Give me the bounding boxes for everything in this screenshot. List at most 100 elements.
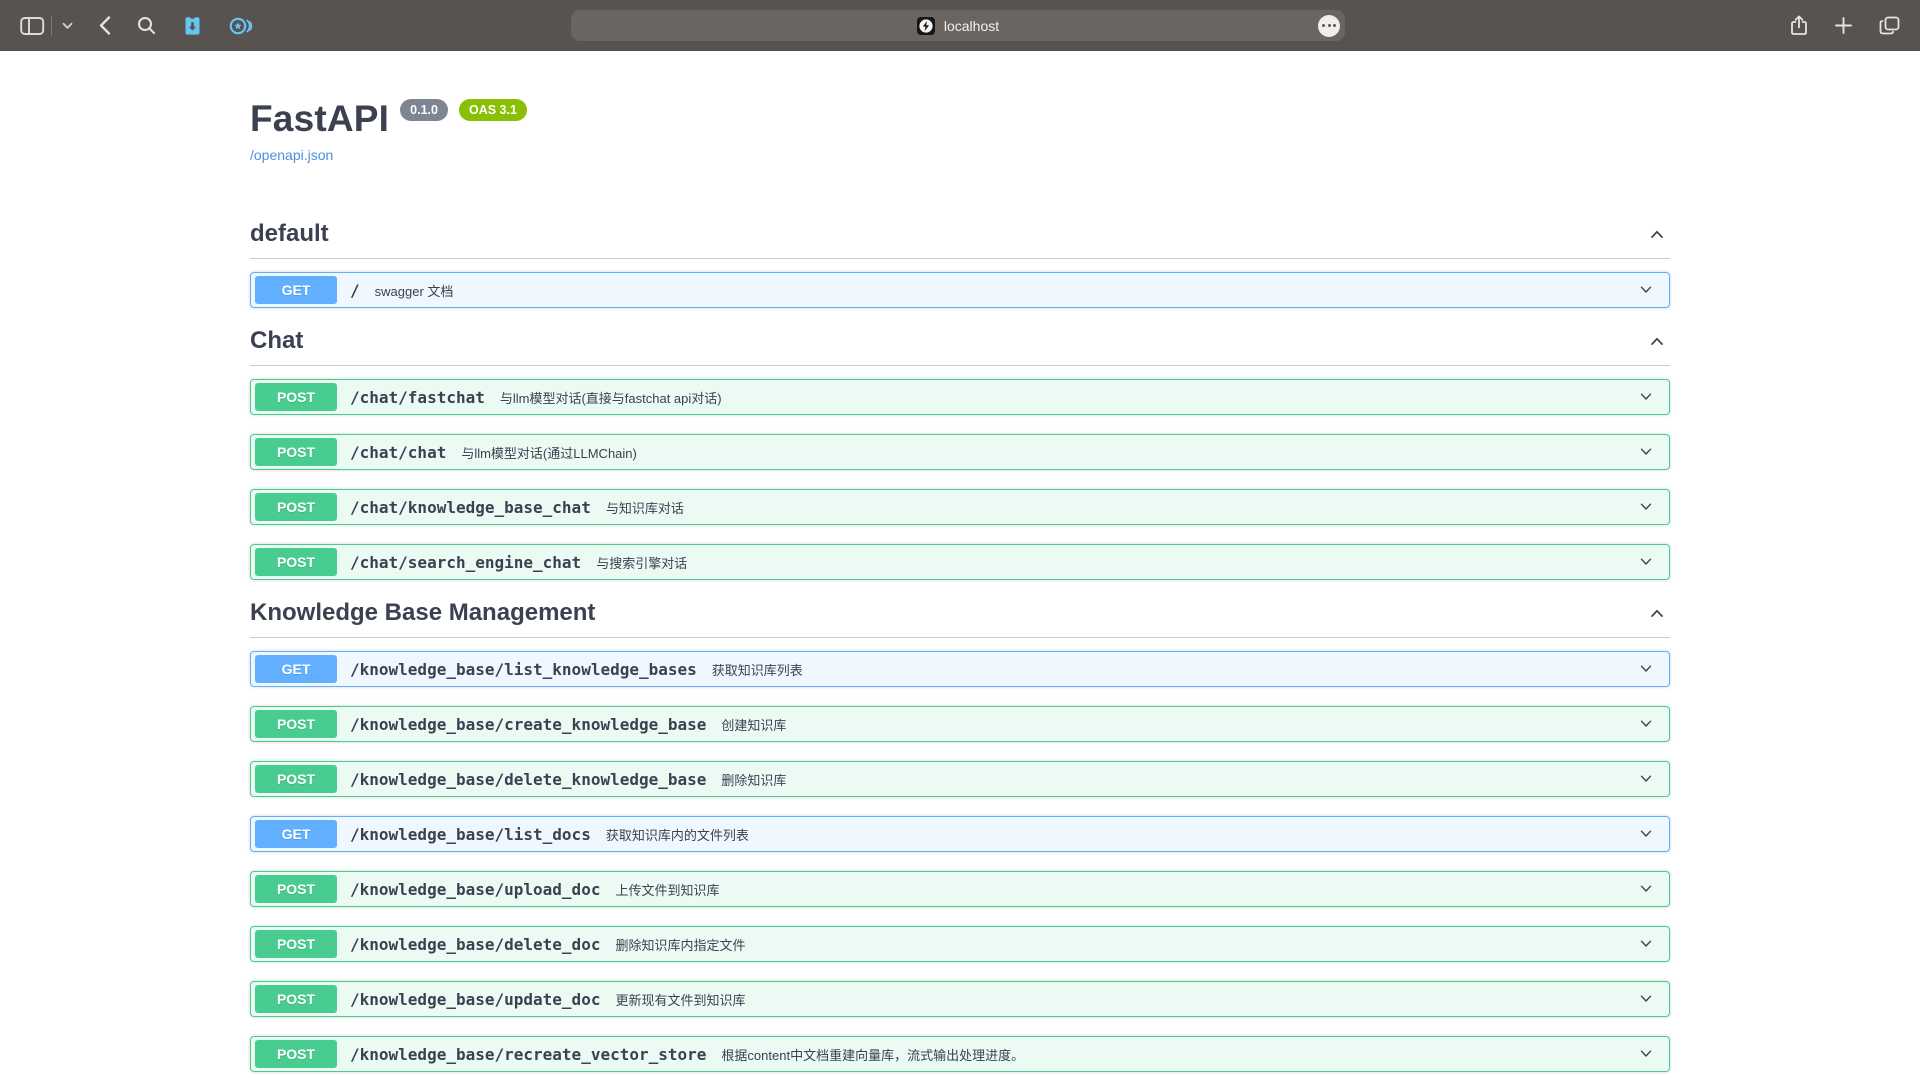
endpoint-path: /knowledge_base/list_knowledge_bases — [350, 660, 697, 679]
endpoint-path: /knowledge_base/create_knowledge_base — [350, 715, 706, 734]
sidebar-chevron-down-icon[interactable] — [62, 22, 73, 30]
endpoint-path: /chat/knowledge_base_chat — [350, 498, 591, 517]
method-badge: GET — [255, 655, 337, 683]
toolbar-divider — [51, 16, 52, 36]
expand-endpoint-chevron-icon[interactable] — [1636, 989, 1656, 1009]
endpoint-path: /knowledge_base/delete_knowledge_base — [350, 770, 706, 789]
expand-endpoint-chevron-icon[interactable] — [1636, 659, 1656, 679]
endpoint-list: POST/chat/fastchat 与llm模型对话(直接与fastchat a… — [250, 366, 1670, 580]
endpoint-row[interactable]: POST/knowledge_base/delete_doc 删除知识库内指定文件 — [250, 926, 1670, 962]
version-badge: 0.1.0 — [400, 99, 448, 121]
endpoint-row[interactable]: GET / swagger 文档 — [250, 272, 1670, 308]
page-content: FastAPI 0.1.0 OAS 3.1 /openapi.json defa… — [0, 51, 1920, 1080]
endpoint-summary: swagger 文档 — [375, 281, 454, 300]
api-tag-section: default GET / swagger 文档 — [250, 220, 1670, 308]
section-header[interactable]: default — [250, 220, 1670, 259]
collapse-section-chevron-icon[interactable] — [1644, 602, 1670, 624]
endpoint-row[interactable]: POST/chat/chat 与llm模型对话(通过LLMChain) — [250, 434, 1670, 470]
endpoint-summary: 创建知识库 — [721, 715, 786, 734]
method-badge: POST — [255, 493, 337, 521]
expand-endpoint-chevron-icon[interactable] — [1636, 497, 1656, 517]
api-sections: default GET / swagger 文档 Chat POST/chat/fastc… — [250, 220, 1670, 1072]
endpoint-path: /chat/search_engine_chat — [350, 553, 581, 572]
expand-endpoint-chevron-icon[interactable] — [1636, 387, 1656, 407]
page-options-ellipsis-icon[interactable] — [1318, 15, 1340, 37]
section-header[interactable]: Chat — [250, 327, 1670, 366]
endpoint-row[interactable]: GET/knowledge_base/list_knowledge_bases获… — [250, 651, 1670, 687]
toolbar-left-group — [20, 0, 253, 51]
browser-toolbar: localhost — [0, 0, 1920, 51]
endpoint-path: /knowledge_base/delete_doc — [350, 935, 600, 954]
method-badge: POST — [255, 548, 337, 576]
expand-endpoint-chevron-icon[interactable] — [1636, 280, 1656, 300]
oas-badge: OAS 3.1 — [459, 99, 527, 121]
method-badge: POST — [255, 383, 337, 411]
share-icon[interactable] — [1790, 15, 1808, 36]
url-text: localhost — [944, 18, 999, 34]
endpoint-path: /knowledge_base/upload_doc — [350, 880, 600, 899]
expand-endpoint-chevron-icon[interactable] — [1636, 442, 1656, 462]
collapse-section-chevron-icon[interactable] — [1644, 330, 1670, 352]
endpoint-row[interactable]: POST/chat/fastchat 与llm模型对话(直接与fastchat a… — [250, 379, 1670, 415]
section-header[interactable]: Knowledge Base Management — [250, 599, 1670, 638]
endpoint-row[interactable]: POST/knowledge_base/create_knowledge_bas… — [250, 706, 1670, 742]
endpoint-summary: 删除知识库内指定文件 — [615, 935, 745, 954]
expand-endpoint-chevron-icon[interactable] — [1636, 714, 1656, 734]
endpoint-path: /knowledge_base/list_docs — [350, 825, 591, 844]
collapse-section-chevron-icon[interactable] — [1644, 223, 1670, 245]
fastapi-favicon — [917, 17, 935, 35]
method-badge: POST — [255, 1040, 337, 1068]
endpoint-row[interactable]: POST/knowledge_base/update_doc更新现有文件到知识库 — [250, 981, 1670, 1017]
endpoint-row[interactable]: GET/knowledge_base/list_docs 获取知识库内的文件列表 — [250, 816, 1670, 852]
bookmark-extension-icon[interactable] — [182, 16, 203, 36]
endpoint-summary: 更新现有文件到知识库 — [615, 990, 745, 1009]
endpoint-summary: 上传文件到知识库 — [615, 880, 719, 899]
method-badge: POST — [255, 875, 337, 903]
sidebar-toggle-icon[interactable] — [20, 16, 45, 36]
expand-endpoint-chevron-icon[interactable] — [1636, 769, 1656, 789]
expand-endpoint-chevron-icon[interactable] — [1636, 1044, 1656, 1064]
endpoint-list: GET / swagger 文档 — [250, 259, 1670, 308]
method-badge: POST — [255, 930, 337, 958]
method-badge: GET — [255, 820, 337, 848]
section-title: default — [250, 220, 329, 248]
endpoint-path: /knowledge_base/recreate_vector_store — [350, 1045, 706, 1064]
method-badge: POST — [255, 710, 337, 738]
endpoint-row[interactable]: POST/knowledge_base/upload_doc 上传文件到知识库 — [250, 871, 1670, 907]
endpoint-row[interactable]: POST/knowledge_base/recreate_vector_stor… — [250, 1036, 1670, 1072]
endpoint-summary: 与llm模型对话(直接与fastchat api对话) — [500, 388, 722, 407]
endpoint-summary: 与搜索引擎对话 — [596, 553, 687, 572]
expand-endpoint-chevron-icon[interactable] — [1636, 879, 1656, 899]
method-badge: POST — [255, 985, 337, 1013]
address-bar-content: localhost — [917, 17, 999, 35]
expand-endpoint-chevron-icon[interactable] — [1636, 934, 1656, 954]
search-icon[interactable] — [137, 16, 156, 35]
section-title: Knowledge Base Management — [250, 599, 595, 627]
endpoint-row[interactable]: POST/chat/knowledge_base_chat 与知识库对话 — [250, 489, 1670, 525]
endpoint-summary: 与llm模型对话(通过LLMChain) — [461, 443, 637, 462]
tab-overview-icon[interactable] — [1879, 16, 1900, 35]
endpoint-summary: 删除知识库 — [721, 770, 786, 789]
method-badge: GET — [255, 276, 337, 304]
endpoint-path: / — [350, 281, 360, 300]
openapi-spec-link[interactable]: /openapi.json — [250, 147, 333, 163]
endpoint-list: GET/knowledge_base/list_knowledge_bases 获… — [250, 638, 1670, 1072]
page-title: FastAPI — [250, 97, 389, 141]
endpoint-row[interactable]: POST/knowledge_base/delete_knowledge_bas… — [250, 761, 1670, 797]
api-info-header: FastAPI 0.1.0 OAS 3.1 — [250, 97, 1670, 141]
method-badge: POST — [255, 765, 337, 793]
endpoint-summary: 与知识库对话 — [606, 498, 684, 517]
endpoint-path: /chat/chat — [350, 443, 446, 462]
new-tab-icon[interactable] — [1835, 17, 1852, 34]
api-tag-section: Knowledge Base Management GET/knowledge_b… — [250, 599, 1670, 1072]
endpoint-path: /chat/fastchat — [350, 388, 485, 407]
back-icon[interactable] — [99, 16, 111, 35]
method-badge: POST — [255, 438, 337, 466]
endpoint-summary: 获取知识库内的文件列表 — [606, 825, 749, 844]
address-bar[interactable]: localhost — [571, 10, 1345, 41]
endpoint-row[interactable]: POST/chat/search_engine_chat 与搜索引擎对话 — [250, 544, 1670, 580]
reader-extension-icon[interactable] — [229, 16, 253, 36]
expand-endpoint-chevron-icon[interactable] — [1636, 824, 1656, 844]
swagger-container: FastAPI 0.1.0 OAS 3.1 /openapi.json defa… — [250, 51, 1670, 1072]
expand-endpoint-chevron-icon[interactable] — [1636, 552, 1656, 572]
